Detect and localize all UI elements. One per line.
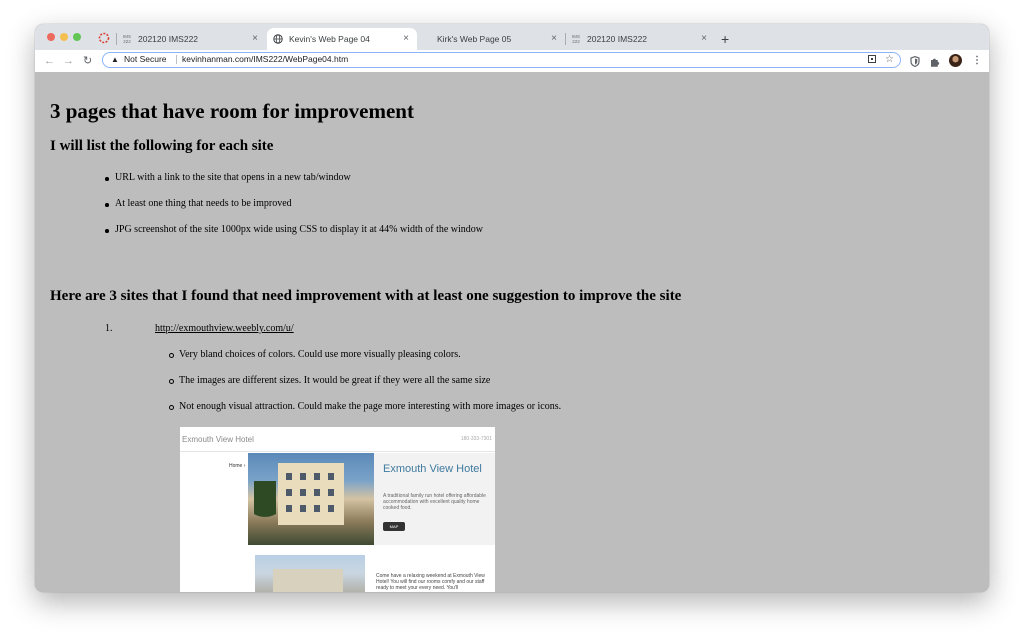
hotel-name: Exmouth View Hotel xyxy=(383,463,482,475)
map-button: MAP xyxy=(383,522,405,531)
list-item-text: At least one thing that needs to be impr… xyxy=(115,198,292,209)
circle-bullet-icon xyxy=(169,379,174,384)
hotel-building xyxy=(278,463,344,525)
bookmark-star-icon[interactable]: ☆ xyxy=(885,53,894,66)
tab-title: Kirk's Web Page 05 xyxy=(437,34,512,44)
hotel-body-text: Come have a relaxing weekend at Exmouth … xyxy=(376,573,485,591)
browser-window: IMS 222 202120 IMS222 × Kevin's Web Page … xyxy=(35,24,989,592)
screenshot-site-title: Exmouth View Hotel xyxy=(182,435,254,444)
tab-kevins-web-page-04[interactable]: Kevin's Web Page 04 × xyxy=(267,28,417,50)
site-screenshot: Exmouth View Hotel 180-333-7301 Home › E… xyxy=(180,427,495,592)
tab-separator xyxy=(116,33,117,45)
bullet-icon xyxy=(105,177,109,181)
screenshot-nav-item: Home › xyxy=(229,463,246,469)
hotel-photo-2 xyxy=(255,555,365,592)
close-tab-icon[interactable]: × xyxy=(403,28,409,50)
qr-code-icon[interactable] xyxy=(868,55,876,63)
security-label[interactable]: Not Secure xyxy=(124,53,167,66)
hotel-description: A traditional family run hotel offering … xyxy=(383,493,486,511)
close-tab-icon[interactable]: × xyxy=(252,28,258,50)
hotel-building-2 xyxy=(273,569,343,592)
circle-bullet-icon xyxy=(169,353,174,358)
list-number: 1. xyxy=(105,323,113,334)
tab-title: 202120 IMS222 xyxy=(138,34,199,44)
puzzle-extensions-icon[interactable] xyxy=(930,56,941,67)
close-tab-icon[interactable]: × xyxy=(551,28,557,50)
bullet-icon xyxy=(105,203,109,207)
reload-button[interactable]: ↻ xyxy=(83,53,92,69)
list-item-text: URL with a link to the site that opens i… xyxy=(115,172,351,183)
minimize-window-button[interactable] xyxy=(60,33,68,41)
web-page-content: 3 pages that have room for improvement I… xyxy=(35,72,989,592)
warning-icon[interactable]: ▲ xyxy=(111,54,119,66)
ims-222-icon: IMS 222 xyxy=(571,34,580,44)
palm-tree xyxy=(254,481,276,529)
loading-spinner-icon xyxy=(98,32,110,44)
hotel-info-panel: Exmouth View Hotel A traditional family … xyxy=(374,453,495,545)
url-text[interactable]: kevinhanman.com/IMS222/WebPage04.htm xyxy=(182,53,348,66)
list-item-text: JPG screenshot of the site 1000px wide u… xyxy=(115,224,484,235)
divider xyxy=(176,55,177,64)
tab-title: 202120 IMS222 xyxy=(587,34,648,44)
new-tab-button[interactable]: + xyxy=(721,28,729,50)
profile-avatar[interactable] xyxy=(949,54,962,67)
address-bar[interactable]: ▲ Not Secure kevinhanman.com/IMS222/WebP… xyxy=(102,52,901,68)
tab-ims222-1[interactable]: IMS 222 202120 IMS222 × xyxy=(116,28,266,50)
tab-strip: IMS 222 202120 IMS222 × Kevin's Web Page … xyxy=(35,24,989,50)
close-tab-icon[interactable]: × xyxy=(701,28,707,50)
suggestion-text: Not enough visual attraction. Could make… xyxy=(179,401,562,412)
maximize-window-button[interactable] xyxy=(73,33,81,41)
screenshot-header: Exmouth View Hotel 180-333-7301 xyxy=(180,427,495,452)
screenshot-phone: 180-333-7301 xyxy=(460,436,492,442)
close-window-button[interactable] xyxy=(47,33,55,41)
forward-button[interactable]: → xyxy=(63,53,74,69)
shield-extension-icon[interactable] xyxy=(910,56,920,67)
suggestion-text: Very bland choices of colors. Could use … xyxy=(179,349,461,360)
globe-icon xyxy=(273,34,283,44)
site-link[interactable]: http://exmouthview.weebly.com/u/ xyxy=(155,323,294,334)
browser-toolbar: ← → ↻ ▲ Not Secure kevinhanman.com/IMS22… xyxy=(35,50,989,73)
sites-heading: Here are 3 sites that I found that need … xyxy=(50,288,682,304)
kebab-menu-icon[interactable]: ⋮ xyxy=(972,54,982,68)
circle-bullet-icon xyxy=(169,405,174,410)
tab-ims222-2[interactable]: IMS 222 202120 IMS222 × xyxy=(565,28,715,50)
tab-kirks-web-page-05[interactable]: Kirk's Web Page 05 × xyxy=(417,28,565,50)
hotel-photo xyxy=(248,453,374,545)
suggestion-text: The images are different sizes. It would… xyxy=(179,375,491,386)
page-heading: 3 pages that have room for improvement xyxy=(50,99,414,123)
tab-separator xyxy=(565,33,566,45)
back-button[interactable]: ← xyxy=(44,53,55,69)
bullet-icon xyxy=(105,229,109,233)
list-heading: I will list the following for each site xyxy=(50,138,274,154)
tab-title: Kevin's Web Page 04 xyxy=(289,34,370,44)
ims-222-icon: IMS 222 xyxy=(122,34,131,44)
